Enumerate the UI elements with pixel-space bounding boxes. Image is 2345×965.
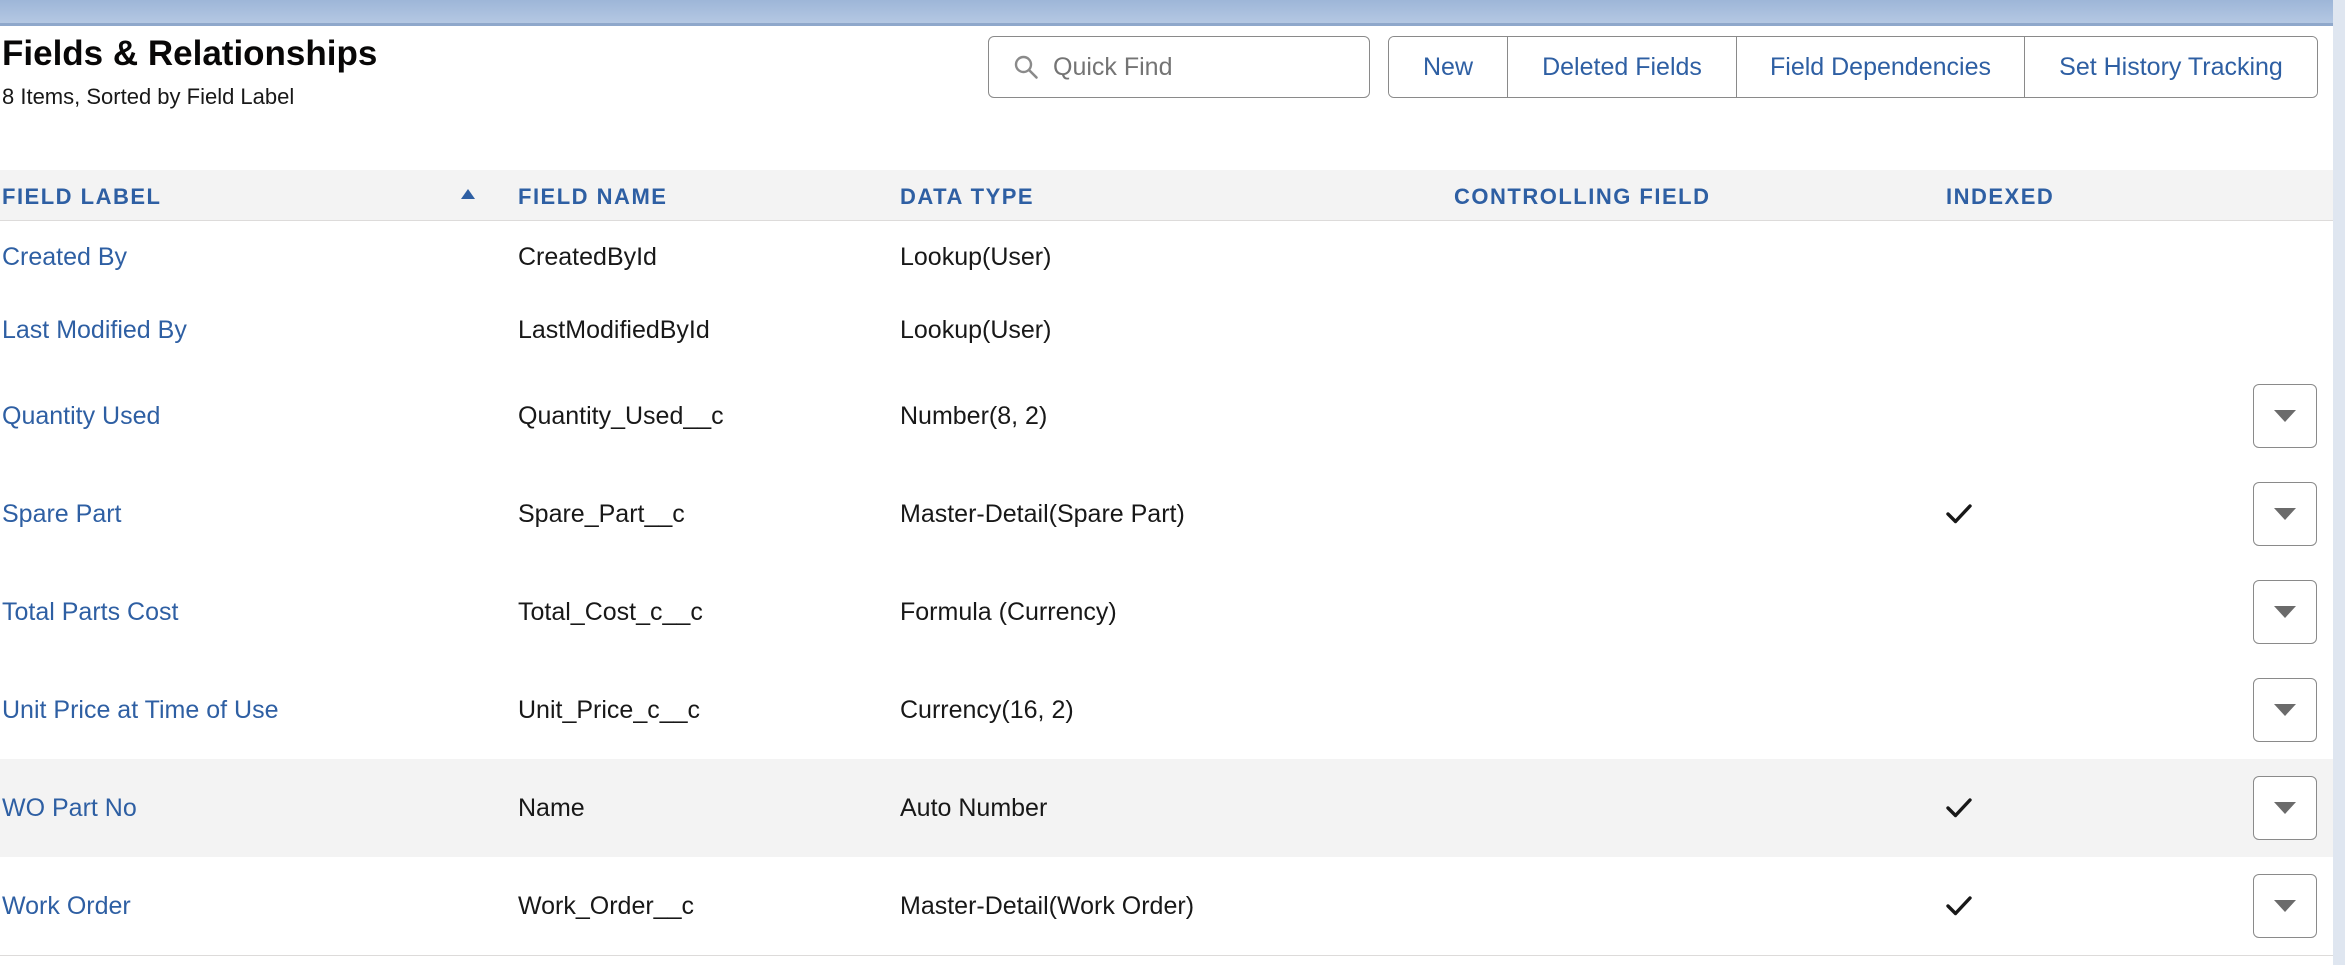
chevron-down-icon <box>2274 802 2296 814</box>
row-actions-button[interactable] <box>2253 776 2317 840</box>
chevron-down-icon <box>2274 410 2296 422</box>
search-icon <box>1014 55 1038 79</box>
field-name-cell: Quantity_Used__c <box>518 401 724 430</box>
field-label-link[interactable]: Work Order <box>2 857 131 955</box>
data-type-cell: Number(8, 2) <box>900 401 1048 430</box>
table-header: Field Label Field Name Data Type Control… <box>0 170 2333 221</box>
page-subtitle: 8 Items, Sorted by Field Label <box>2 84 295 109</box>
field-dependencies-button[interactable]: Field Dependencies <box>1736 37 2024 97</box>
field-label-link[interactable]: Created By <box>2 221 127 294</box>
field-name-cell: Name <box>518 793 585 822</box>
table-row: Spare Part Spare_Part__c Master-Detail(Spa… <box>0 465 2333 564</box>
data-type-cell: Lookup(User) <box>900 243 1052 271</box>
field-label-link[interactable]: Total Parts Cost <box>2 563 178 661</box>
quick-find-box[interactable] <box>988 36 1370 98</box>
row-actions-button[interactable] <box>2253 678 2317 742</box>
field-label-link[interactable]: Last Modified By <box>2 294 187 367</box>
column-header-field-label[interactable]: Field Label <box>2 170 162 220</box>
checkmark-icon <box>1946 504 1972 524</box>
checkmark-icon <box>1946 798 1972 818</box>
chevron-down-icon <box>2274 704 2296 716</box>
new-button[interactable]: New <box>1389 37 1507 97</box>
field-label-link[interactable]: Quantity Used <box>2 367 160 465</box>
table-row: Work Order Work_Order__c Master-Detail(Wor… <box>0 857 2333 956</box>
data-type-cell: Master-Detail(Work Order) <box>900 891 1195 920</box>
row-actions-button[interactable] <box>2253 482 2317 546</box>
chevron-down-icon <box>2274 508 2296 520</box>
field-name-cell: Total_Cost_c__c <box>518 597 703 626</box>
row-actions-button[interactable] <box>2253 874 2317 938</box>
field-name-cell: Spare_Part__c <box>518 499 685 528</box>
data-type-cell: Formula (Currency) <box>900 597 1117 626</box>
page-title: Fields & Relationships <box>2 34 378 73</box>
column-header-controlling-field[interactable]: Controlling Field <box>1454 170 1710 220</box>
table-row: Quantity Used Quantity_Used__c Number(8, 2… <box>0 367 2333 466</box>
table-row: Unit Price at Time of Use Unit_Price_c__c… <box>0 661 2333 760</box>
field-name-cell: Work_Order__c <box>518 891 694 920</box>
row-actions-button[interactable] <box>2253 384 2317 448</box>
table-row: Last Modified By LastModifiedById Lookup(U… <box>0 294 2333 368</box>
page-edge <box>2333 0 2345 965</box>
chevron-down-icon <box>2274 606 2296 618</box>
field-label-link[interactable]: WO Part No <box>2 759 137 857</box>
set-history-tracking-button[interactable]: Set History Tracking <box>2024 37 2317 97</box>
column-header-data-type[interactable]: Data Type <box>900 170 1034 220</box>
column-header-indexed[interactable]: Indexed <box>1946 170 2054 220</box>
data-type-cell: Auto Number <box>900 793 1048 822</box>
table-row: Total Parts Cost Total_Cost_c__c Formula (… <box>0 563 2333 662</box>
field-label-link[interactable]: Spare Part <box>2 465 122 563</box>
data-type-cell: Master-Detail(Spare Part) <box>900 499 1185 528</box>
toolbar-button-group: New Deleted Fields Field Dependencies Se… <box>1388 36 2318 98</box>
column-header-field-name[interactable]: Field Name <box>518 170 667 220</box>
page-banner <box>0 0 2345 26</box>
chevron-down-icon <box>2274 900 2296 912</box>
field-name-cell: CreatedById <box>518 243 657 271</box>
data-type-cell: Currency(16, 2) <box>900 695 1074 724</box>
sort-ascending-icon[interactable] <box>461 189 475 199</box>
field-name-cell: LastModifiedById <box>518 316 710 344</box>
checkmark-icon <box>1946 896 1972 916</box>
data-type-cell: Lookup(User) <box>900 316 1052 344</box>
deleted-fields-button[interactable]: Deleted Fields <box>1507 37 1736 97</box>
field-name-cell: Unit_Price_c__c <box>518 695 701 724</box>
table-row: WO Part No Name Auto Number <box>0 759 2333 858</box>
quick-find-input[interactable] <box>1051 51 1355 83</box>
table-row: Created By CreatedById Lookup(User) <box>0 221 2333 295</box>
field-label-link[interactable]: Unit Price at Time of Use <box>2 661 278 759</box>
row-actions-button[interactable] <box>2253 580 2317 644</box>
